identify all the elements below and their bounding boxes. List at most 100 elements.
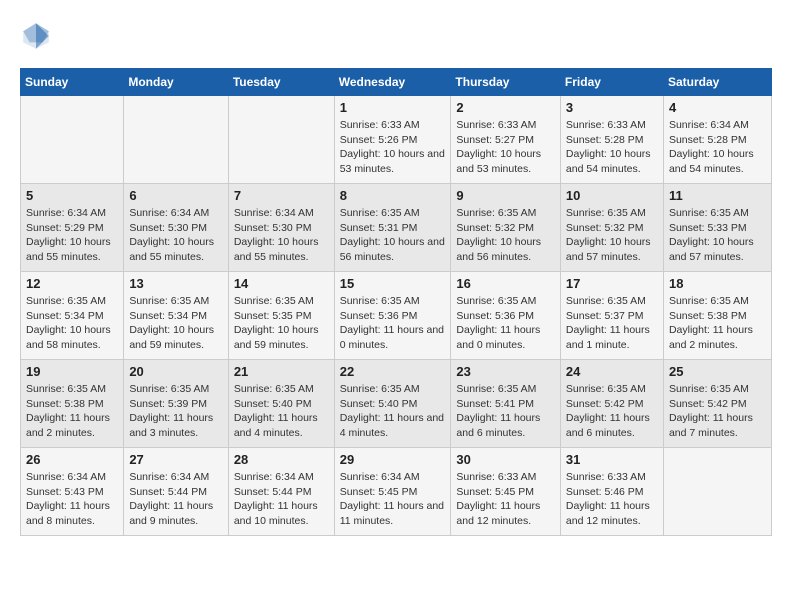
calendar-cell: 20 Sunrise: 6:35 AM Sunset: 5:39 PM Dayli… (124, 360, 228, 448)
day-number: 1 (340, 100, 446, 115)
day-number: 22 (340, 364, 446, 379)
day-number: 20 (129, 364, 222, 379)
day-info: Sunrise: 6:35 AM Sunset: 5:34 PM Dayligh… (26, 294, 118, 353)
day-info: Sunrise: 6:35 AM Sunset: 5:41 PM Dayligh… (456, 382, 555, 441)
day-info: Sunrise: 6:33 AM Sunset: 5:46 PM Dayligh… (566, 470, 658, 529)
header-thursday: Thursday (451, 69, 561, 96)
day-number: 2 (456, 100, 555, 115)
calendar-cell: 16 Sunrise: 6:35 AM Sunset: 5:36 PM Dayli… (451, 272, 561, 360)
day-number: 17 (566, 276, 658, 291)
calendar-cell: 21 Sunrise: 6:35 AM Sunset: 5:40 PM Dayli… (228, 360, 334, 448)
calendar-cell (663, 448, 771, 536)
calendar-cell: 1 Sunrise: 6:33 AM Sunset: 5:26 PM Daylig… (334, 96, 451, 184)
calendar-cell: 13 Sunrise: 6:35 AM Sunset: 5:34 PM Dayli… (124, 272, 228, 360)
day-info: Sunrise: 6:34 AM Sunset: 5:29 PM Dayligh… (26, 206, 118, 265)
day-info: Sunrise: 6:34 AM Sunset: 5:44 PM Dayligh… (234, 470, 329, 529)
day-number: 13 (129, 276, 222, 291)
day-info: Sunrise: 6:35 AM Sunset: 5:38 PM Dayligh… (669, 294, 766, 353)
day-number: 15 (340, 276, 446, 291)
calendar-cell: 14 Sunrise: 6:35 AM Sunset: 5:35 PM Dayli… (228, 272, 334, 360)
day-info: Sunrise: 6:33 AM Sunset: 5:45 PM Dayligh… (456, 470, 555, 529)
calendar-cell: 4 Sunrise: 6:34 AM Sunset: 5:28 PM Daylig… (663, 96, 771, 184)
week-row-2: 5 Sunrise: 6:34 AM Sunset: 5:29 PM Daylig… (21, 184, 772, 272)
day-number: 14 (234, 276, 329, 291)
day-info: Sunrise: 6:35 AM Sunset: 5:35 PM Dayligh… (234, 294, 329, 353)
day-number: 31 (566, 452, 658, 467)
day-info: Sunrise: 6:35 AM Sunset: 5:36 PM Dayligh… (456, 294, 555, 353)
day-number: 24 (566, 364, 658, 379)
calendar-cell: 8Sunrise: 6:35 AM Sunset: 5:31 PM Daylig… (334, 184, 451, 272)
day-number: 10 (566, 188, 658, 203)
header-monday: Monday (124, 69, 228, 96)
day-info: Sunrise: 6:34 AM Sunset: 5:43 PM Dayligh… (26, 470, 118, 529)
calendar-cell: 25Sunrise: 6:35 AM Sunset: 5:42 PM Dayli… (663, 360, 771, 448)
week-row-1: 1 Sunrise: 6:33 AM Sunset: 5:26 PM Daylig… (21, 96, 772, 184)
header-wednesday: Wednesday (334, 69, 451, 96)
calendar-table: SundayMondayTuesdayWednesdayThursdayFrid… (20, 68, 772, 536)
calendar-cell: 30Sunrise: 6:33 AM Sunset: 5:45 PM Dayli… (451, 448, 561, 536)
calendar-header-row: SundayMondayTuesdayWednesdayThursdayFrid… (21, 69, 772, 96)
day-number: 23 (456, 364, 555, 379)
page-header (20, 20, 772, 52)
day-info: Sunrise: 6:35 AM Sunset: 5:38 PM Dayligh… (26, 382, 118, 441)
calendar-cell: 23 Sunrise: 6:35 AM Sunset: 5:41 PM Dayli… (451, 360, 561, 448)
header-saturday: Saturday (663, 69, 771, 96)
calendar-cell: 29 Sunrise: 6:34 AM Sunset: 5:45 PM Dayli… (334, 448, 451, 536)
day-number: 26 (26, 452, 118, 467)
calendar-cell: 6 Sunrise: 6:34 AM Sunset: 5:30 PM Daylig… (124, 184, 228, 272)
day-info: Sunrise: 6:35 AM Sunset: 5:34 PM Dayligh… (129, 294, 222, 353)
calendar-cell: 28 Sunrise: 6:34 AM Sunset: 5:44 PM Dayli… (228, 448, 334, 536)
day-info: Sunrise: 6:35 AM Sunset: 5:42 PM Dayligh… (669, 382, 766, 441)
calendar-cell (228, 96, 334, 184)
logo (20, 20, 58, 52)
calendar-cell: 19 Sunrise: 6:35 AM Sunset: 5:38 PM Dayli… (21, 360, 124, 448)
day-info: Sunrise: 6:33 AM Sunset: 5:26 PM Dayligh… (340, 118, 446, 177)
day-number: 12 (26, 276, 118, 291)
day-info: Sunrise: 6:34 AM Sunset: 5:30 PM Dayligh… (129, 206, 222, 265)
calendar-cell: 2 Sunrise: 6:33 AM Sunset: 5:27 PM Daylig… (451, 96, 561, 184)
day-info: Sunrise: 6:35 AM Sunset: 5:33 PM Dayligh… (669, 206, 766, 265)
calendar-cell: 31 Sunrise: 6:33 AM Sunset: 5:46 PM Dayli… (560, 448, 663, 536)
calendar-cell: 24 Sunrise: 6:35 AM Sunset: 5:42 PM Dayli… (560, 360, 663, 448)
day-info: Sunrise: 6:35 AM Sunset: 5:42 PM Dayligh… (566, 382, 658, 441)
calendar-cell: 10 Sunrise: 6:35 AM Sunset: 5:32 PM Dayli… (560, 184, 663, 272)
calendar-cell: 17Sunrise: 6:35 AM Sunset: 5:37 PM Dayli… (560, 272, 663, 360)
header-friday: Friday (560, 69, 663, 96)
calendar-cell: 18 Sunrise: 6:35 AM Sunset: 5:38 PM Dayli… (663, 272, 771, 360)
day-info: Sunrise: 6:34 AM Sunset: 5:44 PM Dayligh… (129, 470, 222, 529)
calendar-cell: 27 Sunrise: 6:34 AM Sunset: 5:44 PM Dayli… (124, 448, 228, 536)
week-row-5: 26 Sunrise: 6:34 AM Sunset: 5:43 PM Dayli… (21, 448, 772, 536)
day-number: 27 (129, 452, 222, 467)
calendar-cell: 3 Sunrise: 6:33 AM Sunset: 5:28 PM Daylig… (560, 96, 663, 184)
day-info: Sunrise: 6:34 AM Sunset: 5:45 PM Dayligh… (340, 470, 446, 529)
day-number: 5 (26, 188, 118, 203)
day-info: Sunrise: 6:35 AM Sunset: 5:39 PM Dayligh… (129, 382, 222, 441)
day-number: 19 (26, 364, 118, 379)
calendar-cell: 26 Sunrise: 6:34 AM Sunset: 5:43 PM Dayli… (21, 448, 124, 536)
calendar-cell: 15Sunrise: 6:35 AM Sunset: 5:36 PM Dayli… (334, 272, 451, 360)
day-number: 11 (669, 188, 766, 203)
calendar-cell: 9Sunrise: 6:35 AM Sunset: 5:32 PM Daylig… (451, 184, 561, 272)
day-number: 16 (456, 276, 555, 291)
day-number: 6 (129, 188, 222, 203)
week-row-3: 12 Sunrise: 6:35 AM Sunset: 5:34 PM Dayli… (21, 272, 772, 360)
day-info: Sunrise: 6:33 AM Sunset: 5:28 PM Dayligh… (566, 118, 658, 177)
day-number: 9 (456, 188, 555, 203)
calendar-cell: 12 Sunrise: 6:35 AM Sunset: 5:34 PM Dayli… (21, 272, 124, 360)
day-number: 3 (566, 100, 658, 115)
day-number: 4 (669, 100, 766, 115)
day-info: Sunrise: 6:35 AM Sunset: 5:32 PM Dayligh… (566, 206, 658, 265)
day-info: Sunrise: 6:33 AM Sunset: 5:27 PM Dayligh… (456, 118, 555, 177)
day-number: 28 (234, 452, 329, 467)
calendar-cell (21, 96, 124, 184)
day-number: 18 (669, 276, 766, 291)
calendar-cell (124, 96, 228, 184)
day-number: 21 (234, 364, 329, 379)
header-tuesday: Tuesday (228, 69, 334, 96)
day-number: 29 (340, 452, 446, 467)
day-info: Sunrise: 6:35 AM Sunset: 5:40 PM Dayligh… (340, 382, 446, 441)
day-info: Sunrise: 6:34 AM Sunset: 5:30 PM Dayligh… (234, 206, 329, 265)
header-sunday: Sunday (21, 69, 124, 96)
day-info: Sunrise: 6:34 AM Sunset: 5:28 PM Dayligh… (669, 118, 766, 177)
day-info: Sunrise: 6:35 AM Sunset: 5:40 PM Dayligh… (234, 382, 329, 441)
